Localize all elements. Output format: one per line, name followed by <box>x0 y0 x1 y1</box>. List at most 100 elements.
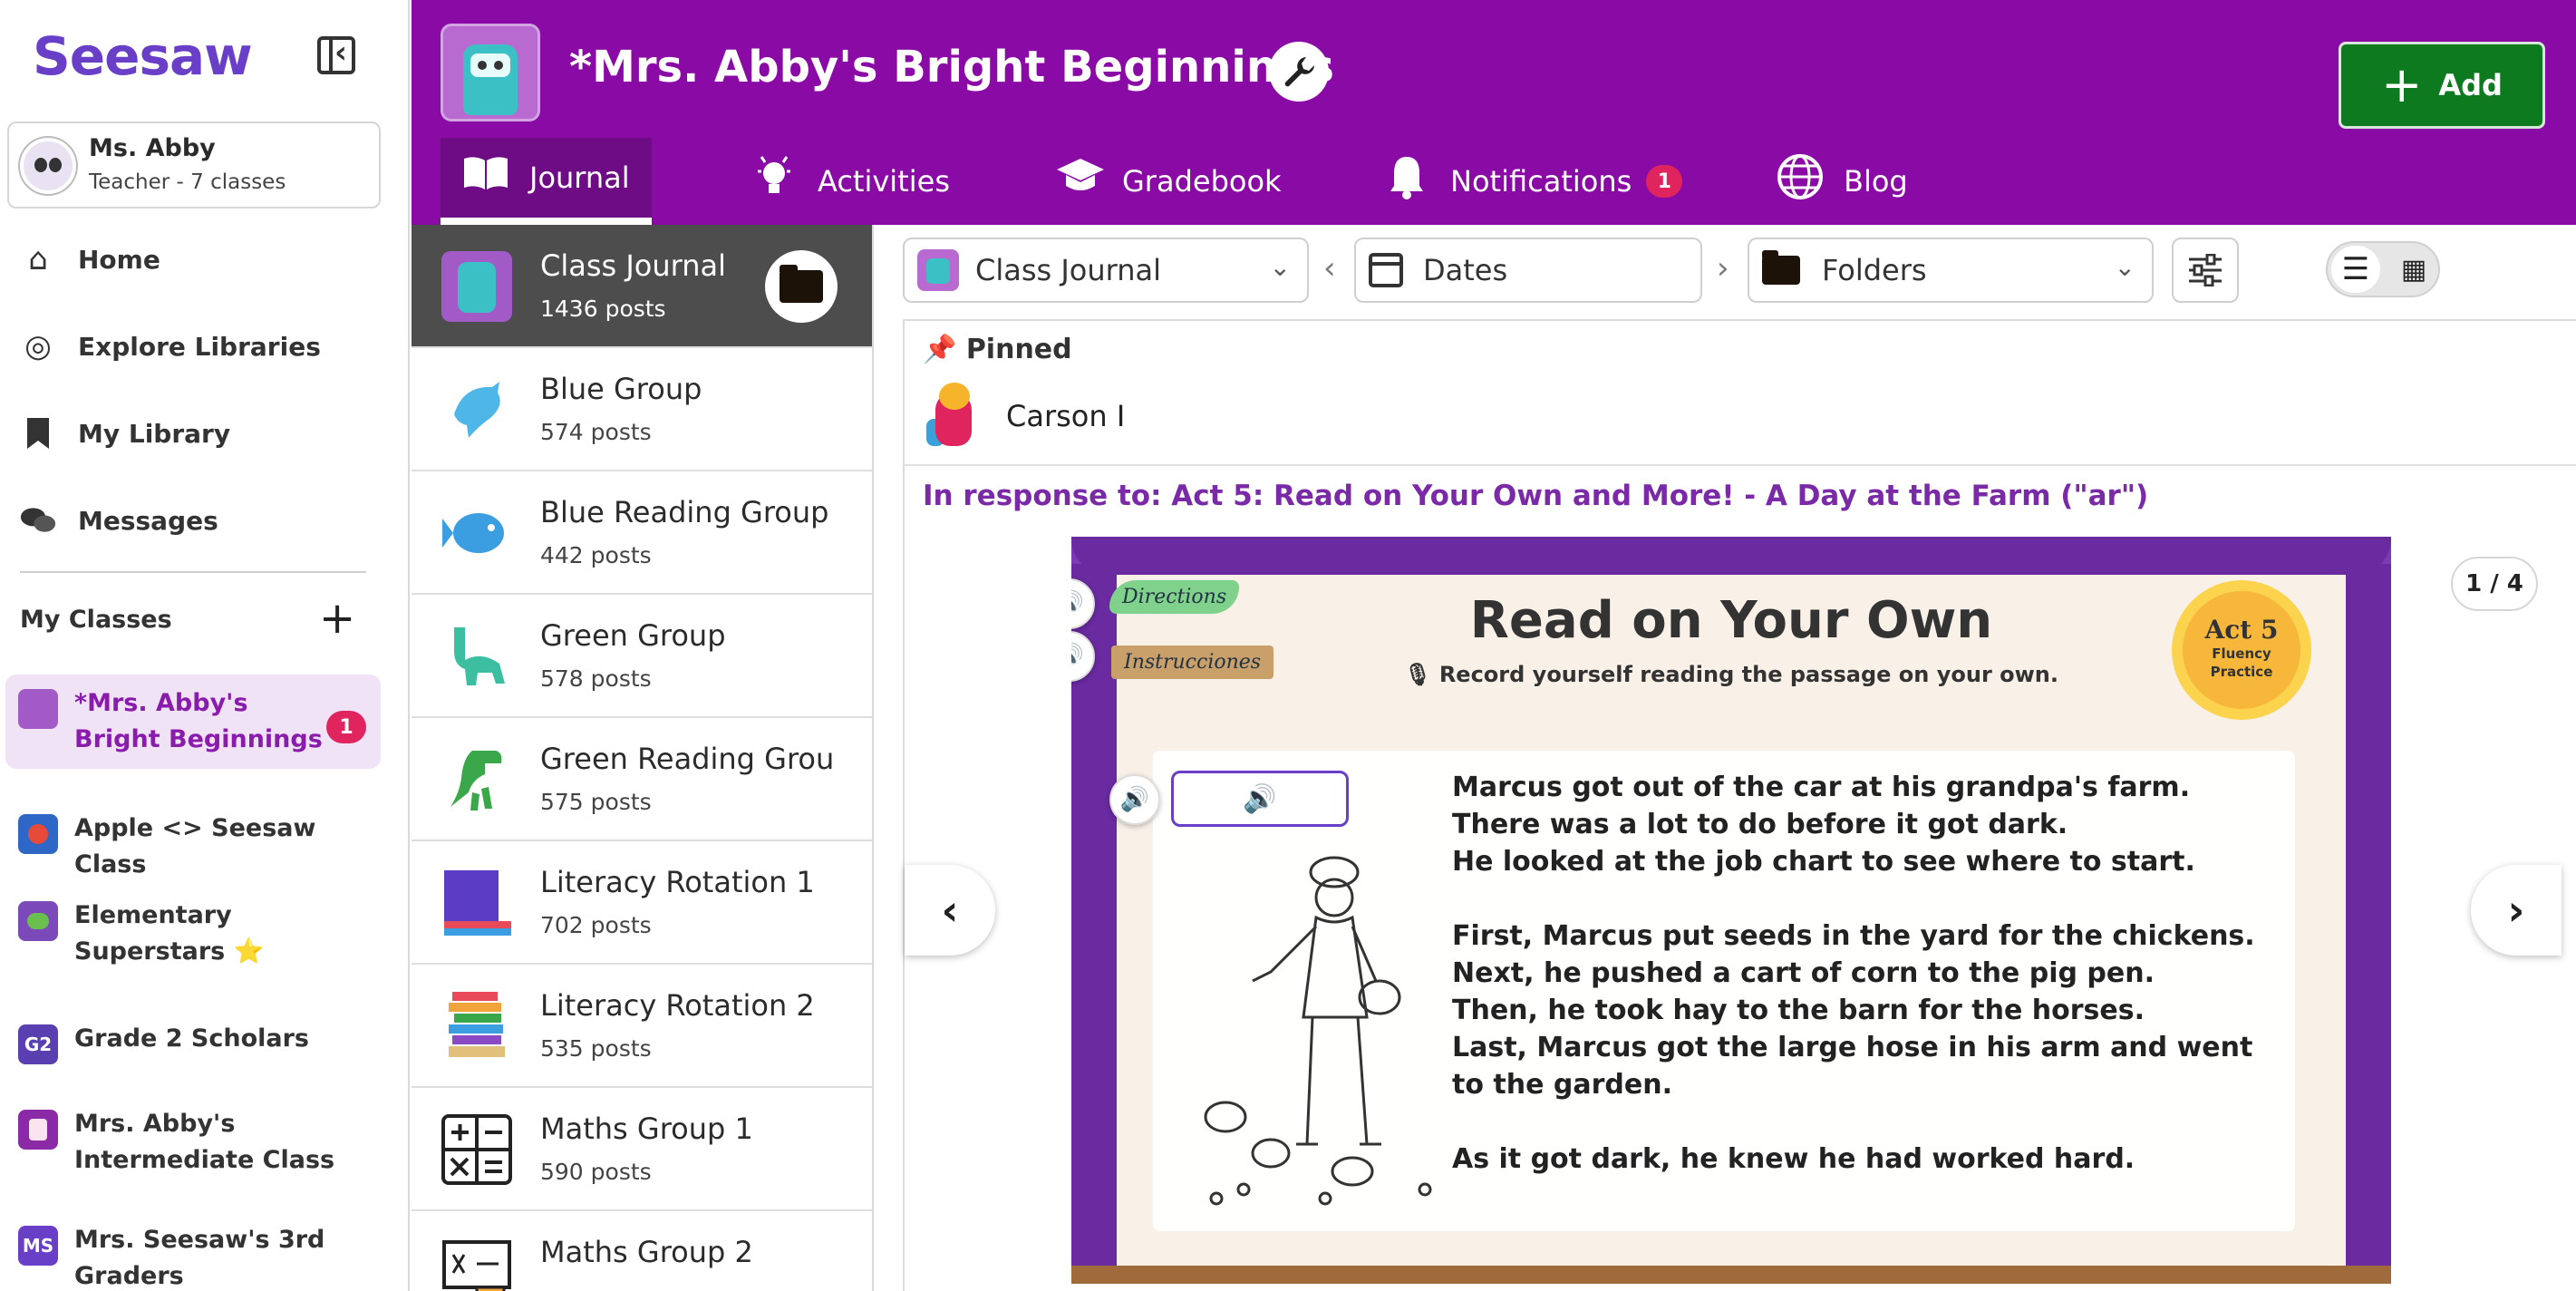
passage-line: First, Marcus put seeds in the yard for … <box>1452 920 2255 952</box>
group-name: Maths Group 1 <box>540 1111 753 1146</box>
class-avatar <box>18 1110 58 1150</box>
next-page-button[interactable]: › <box>2471 865 2561 956</box>
page-counter: 1 / 4 <box>2451 557 2538 611</box>
class-item-grade-2-scholars[interactable]: G2 Grade 2 Scholars <box>5 1010 381 1075</box>
select-value: Class Journal <box>975 253 1162 287</box>
collapse-sidebar-icon[interactable] <box>317 34 355 74</box>
filter-bar: Class Journal ⌄ ‹ Dates › Folders ⌄ ☰ ▦ <box>876 225 2576 312</box>
activity-slide: 🔊 🔊 Directions Instrucciones Read on You… <box>1071 537 2391 1284</box>
add-class-icon[interactable]: + <box>319 593 355 644</box>
lightbulb-icon <box>751 153 798 210</box>
sliders-icon <box>2189 254 2222 286</box>
user-card[interactable]: Ms. Abby Teacher - 7 classes <box>7 121 381 209</box>
group-item-green-group[interactable]: Green Group 578 posts <box>412 595 872 718</box>
dolphin-icon <box>439 372 515 448</box>
nav-messages[interactable]: Messages <box>20 493 218 548</box>
class-name: Mrs. Abby's Intermediate Class <box>74 1110 335 1174</box>
panda-avatar <box>20 138 76 194</box>
nav-label: Explore Libraries <box>78 331 321 362</box>
class-notification-badge: 1 <box>326 711 366 743</box>
tab-label: Activities <box>818 164 950 199</box>
class-name: Apple <> Seesaw Class <box>74 814 316 878</box>
group-post-count: 442 posts <box>540 542 652 568</box>
class-avatar <box>18 814 58 854</box>
group-post-count: 578 posts <box>540 665 652 692</box>
folder-icon[interactable] <box>765 250 838 323</box>
group-post-count: 575 posts <box>540 789 652 815</box>
add-button[interactable]: + Add <box>2339 42 2545 129</box>
class-header: *Mrs. Abby's Bright Beginnings + Add Jou… <box>412 0 2576 225</box>
nav-label: My Library <box>78 418 231 449</box>
passage-line: There was a lot to do before it got dark… <box>1452 809 2068 840</box>
passage-speaker-icon[interactable]: 🔊 <box>1109 774 1160 825</box>
view-toggle: ☰ ▦ <box>2326 241 2440 297</box>
tab-journal[interactable]: Journal <box>441 138 652 225</box>
group-item-blue-group[interactable]: Blue Group 574 posts <box>412 348 872 471</box>
books-icon <box>439 865 515 941</box>
class-avatar <box>18 689 58 729</box>
group-name: Literacy Rotation 1 <box>540 865 815 899</box>
math-symbols-icon <box>439 1111 515 1188</box>
class-journal-select[interactable]: Class Journal ⌄ <box>903 238 1309 303</box>
nav-explore-libraries[interactable]: ◎ Explore Libraries <box>20 319 321 374</box>
reading-passage: Marcus got out of the car at his grandpa… <box>1452 769 2268 1178</box>
chalkboard-icon <box>439 1235 515 1291</box>
tab-label: Blog <box>1844 164 1908 199</box>
chevron-down-icon: ⌄ <box>1269 252 1291 282</box>
class-title: *Mrs. Abby's Bright Beginnings <box>569 42 1334 92</box>
nav-my-library[interactable]: My Library <box>20 406 230 461</box>
group-post-count: 1436 posts <box>540 296 666 322</box>
dates-filter[interactable]: Dates <box>1354 238 1702 303</box>
class-photo[interactable] <box>441 24 540 121</box>
graduation-cap-icon <box>1055 157 1104 207</box>
nav-label: Messages <box>78 505 218 536</box>
post-author[interactable]: Carson I <box>923 383 1125 450</box>
audio-recording-box[interactable]: 🔊 <box>1171 771 1349 827</box>
class-item-elementary-superstars[interactable]: Elementary Superstars ⭐ <box>5 887 381 981</box>
previous-page-button[interactable]: ‹ <box>905 865 995 956</box>
user-role: Teacher - 7 classes <box>89 170 286 194</box>
group-item-green-reading-group[interactable]: Green Reading Grou 575 posts <box>412 718 872 841</box>
class-item-3rd-graders[interactable]: MS Mrs. Seesaw's 3rd Graders <box>5 1211 381 1291</box>
class-item-bright-beginnings[interactable]: *Mrs. Abby's Bright Beginnings 1 <box>5 675 381 769</box>
journal-group-list: Class Journal 1436 posts Blue Group 574 … <box>412 225 874 1291</box>
seesaw-logo[interactable]: Seesaw <box>33 25 253 87</box>
calendar-view-icon[interactable]: ▦ <box>2391 247 2436 292</box>
group-post-count: 574 posts <box>540 419 652 445</box>
badge-subtitle: Fluency Practice <box>2210 646 2273 680</box>
group-item-maths-group-2[interactable]: Maths Group 2 <box>412 1211 872 1291</box>
nav-home[interactable]: ⌂ Home <box>20 232 160 286</box>
response-link[interactable]: In response to: Act 5: Read on Your Own … <box>905 464 2576 526</box>
group-item-blue-reading-group[interactable]: Blue Reading Group 442 posts <box>412 471 872 595</box>
class-avatar <box>18 901 58 941</box>
class-item-apple-seesaw[interactable]: Apple <> Seesaw Class <box>5 800 381 894</box>
folders-select[interactable]: Folders ⌄ <box>1748 238 2154 303</box>
filter-settings-button[interactable] <box>2172 238 2239 303</box>
group-item-maths-group-1[interactable]: Maths Group 1 590 posts <box>412 1088 872 1211</box>
group-item-literacy-rotation-1[interactable]: Literacy Rotation 1 702 posts <box>412 841 872 965</box>
class-settings-wrench-icon[interactable] <box>1269 42 1329 102</box>
list-view-icon[interactable]: ☰ <box>2331 246 2380 293</box>
group-item-literacy-rotation-2[interactable]: Literacy Rotation 2 535 posts <box>412 965 872 1088</box>
notifications-badge: 1 <box>1646 165 1683 198</box>
group-name: Literacy Rotation 2 <box>540 988 815 1023</box>
stage-floor <box>1071 1266 2391 1284</box>
chevron-left-icon[interactable]: ‹ <box>1323 250 1336 286</box>
tab-blog[interactable]: Blog <box>1755 138 1930 225</box>
tab-activities[interactable]: Activities <box>729 138 972 225</box>
chevron-right-icon[interactable]: › <box>1717 250 1729 286</box>
group-item-class-journal[interactable]: Class Journal 1436 posts <box>412 225 872 348</box>
journal-post: 📌 Pinned Carson I In response to: Act 5:… <box>903 319 2576 1291</box>
class-item-intermediate-class[interactable]: Mrs. Abby's Intermediate Class <box>5 1095 381 1189</box>
tab-gradebook[interactable]: Gradebook <box>1033 138 1303 225</box>
add-label: Add <box>2438 68 2503 102</box>
sidebar-divider <box>20 571 366 573</box>
group-name: Green Group <box>540 618 726 653</box>
tab-notifications[interactable]: Notifications 1 <box>1361 138 1704 225</box>
tab-label: Notifications <box>1450 164 1632 199</box>
nav-label: Home <box>78 244 160 275</box>
bookmark-icon <box>20 415 56 451</box>
folder-icon <box>1762 250 1800 285</box>
passage-line: Marcus got out of the car at his grandpa… <box>1452 772 2191 803</box>
group-post-count: 702 posts <box>540 912 652 938</box>
